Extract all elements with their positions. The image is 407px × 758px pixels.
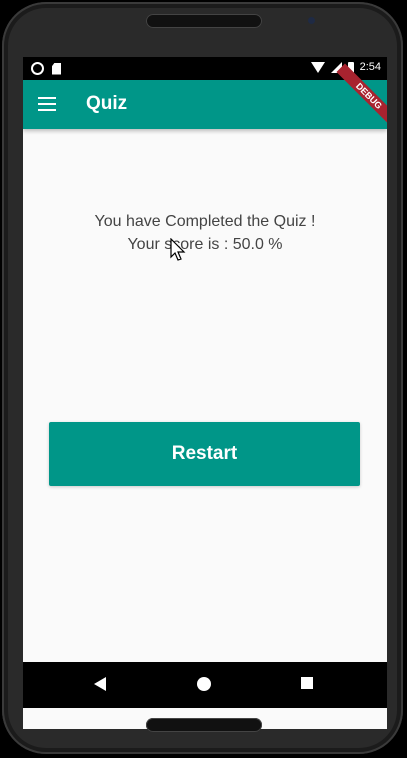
- navigation-bar: [23, 662, 387, 708]
- phone-frame: 2:54 Quiz DEBUG You have Completed the Q…: [0, 0, 407, 758]
- front-camera: [308, 17, 315, 24]
- status-bar: 2:54: [23, 57, 387, 80]
- notification-circle-icon: [31, 62, 44, 75]
- status-left-icons: [31, 62, 61, 75]
- score-text: Your score is : 50.0 %: [127, 236, 283, 253]
- screen: 2:54 Quiz DEBUG You have Completed the Q…: [23, 57, 387, 729]
- back-icon[interactable]: [94, 677, 106, 691]
- result-message: You have Completed the Quiz ! Your score…: [23, 210, 387, 256]
- mouse-cursor-icon: [170, 238, 186, 261]
- hamburger-menu-icon[interactable]: [38, 97, 56, 111]
- bottom-speaker: [146, 718, 262, 732]
- home-icon[interactable]: [197, 677, 211, 691]
- app-title: Quiz: [86, 93, 128, 114]
- sd-card-icon: [52, 62, 61, 75]
- recent-apps-icon[interactable]: [301, 677, 313, 689]
- completion-text: You have Completed the Quiz !: [94, 213, 316, 230]
- restart-button[interactable]: Restart: [49, 422, 360, 486]
- top-speaker: [146, 14, 262, 28]
- status-time: 2:54: [359, 61, 381, 73]
- wifi-icon: [310, 61, 325, 73]
- app-bar: Quiz DEBUG: [23, 63, 387, 129]
